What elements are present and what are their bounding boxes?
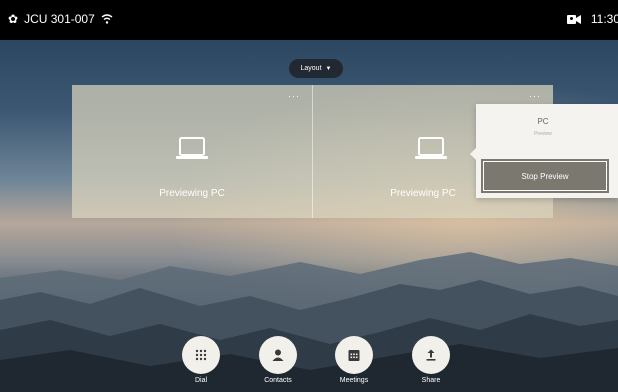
dock-label: Share [421, 377, 441, 384]
clock: 11:30 [590, 12, 618, 26]
dial-button[interactable]: Dial [181, 336, 221, 392]
more-options-icon[interactable]: ··· [288, 91, 300, 101]
dialpad-icon [195, 349, 207, 361]
layout-button[interactable]: Layout ▼ [289, 59, 343, 78]
laptop-icon [176, 137, 208, 159]
mountain-landscape [0, 252, 618, 392]
meetings-button[interactable]: Meetings [334, 336, 374, 392]
contacts-icon [272, 349, 284, 361]
tile-label: Previewing PC [159, 188, 225, 199]
share-button[interactable]: Share [411, 336, 451, 392]
calendar-icon [348, 350, 360, 361]
gear-icon[interactable]: ✿ [8, 13, 18, 25]
more-options-icon[interactable]: ··· [529, 91, 541, 101]
stop-preview-button[interactable]: Stop Preview [481, 159, 609, 193]
laptop-icon [415, 137, 447, 159]
dock-label: Dial [194, 377, 208, 384]
contacts-button[interactable]: Contacts [258, 336, 298, 392]
popup-subtitle: Preview [534, 131, 552, 137]
layout-label: Layout [300, 65, 322, 72]
room-name: JCU 301-007 [24, 12, 95, 26]
preview-tile-1[interactable]: ··· Previewing PC [72, 85, 312, 218]
camera-icon[interactable] [566, 14, 581, 25]
dock-label: Contacts [264, 377, 292, 384]
desktop-background: ✿ JCU 301-007 11:30 Layout ▼ ··· Preview… [0, 0, 618, 392]
status-bar: ✿ JCU 301-007 11:30 [0, 0, 618, 40]
dock-label: Meetings [339, 377, 369, 384]
share-icon [426, 349, 436, 361]
popup-title: PC [537, 117, 549, 126]
caret-down-icon: ▼ [325, 65, 332, 72]
preview-popup: PC Preview Stop Preview [470, 104, 618, 198]
wifi-icon [101, 14, 113, 24]
